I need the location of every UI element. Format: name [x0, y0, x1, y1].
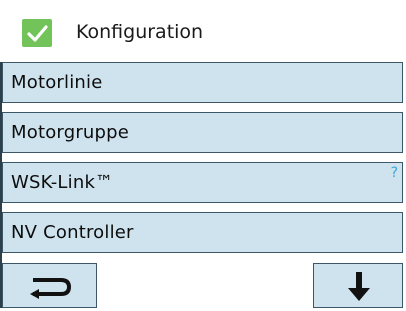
- check-icon: [22, 19, 52, 47]
- page-title: Konfiguration: [76, 21, 204, 43]
- return-arrow-icon: [30, 278, 72, 299]
- menu-item-label: NV Controller: [11, 222, 134, 243]
- menu-item-motorgruppe[interactable]: Motorgruppe: [2, 112, 403, 153]
- help-icon[interactable]: ?: [391, 165, 398, 181]
- header: Konfiguration: [0, 0, 406, 62]
- menu-item-label: Motorlinie: [11, 72, 103, 93]
- menu-item-wsk-link[interactable]: WSK-Link™ ?: [2, 162, 403, 203]
- menu-item-nv-controller[interactable]: NV Controller: [2, 212, 403, 253]
- arrow-down-icon: [348, 272, 370, 301]
- menu-item-motorlinie[interactable]: Motorlinie: [2, 62, 403, 103]
- menu-item-label: Motorgruppe: [11, 122, 130, 143]
- back-button[interactable]: [2, 263, 97, 308]
- scroll-down-button[interactable]: [313, 263, 403, 308]
- menu-item-label: WSK-Link™: [11, 172, 114, 193]
